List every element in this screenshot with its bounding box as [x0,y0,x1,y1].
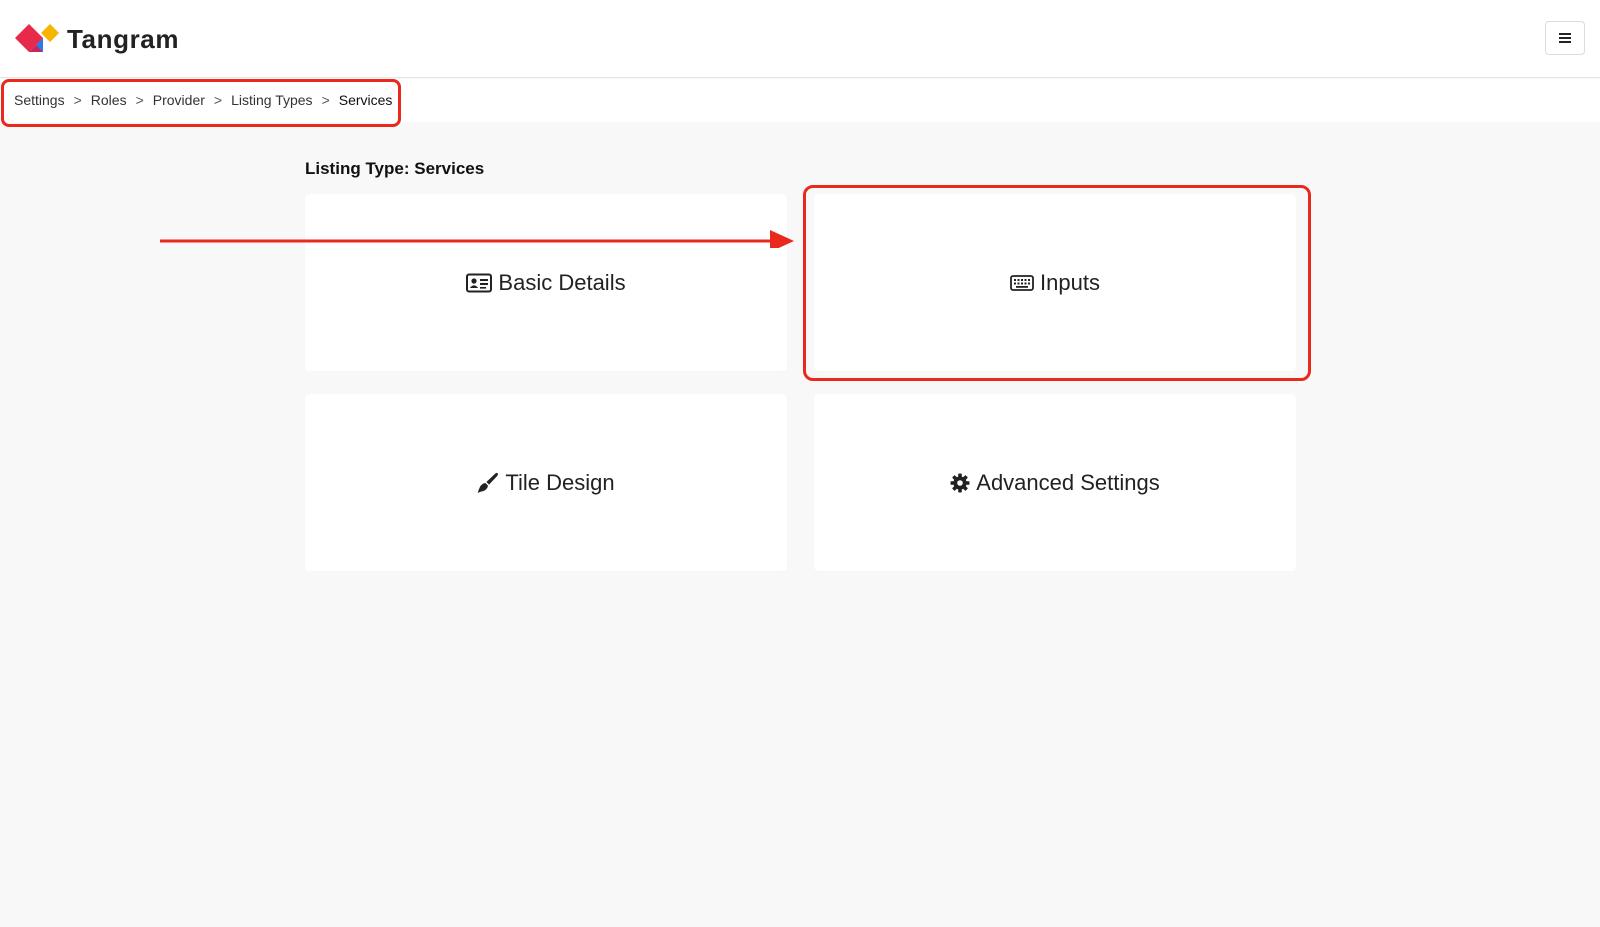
breadcrumb-separator: > [73,92,82,108]
breadcrumb-item-listing-types[interactable]: Listing Types [231,92,312,108]
breadcrumb-item-provider[interactable]: Provider [153,92,205,108]
breadcrumb-item-roles[interactable]: Roles [91,92,127,108]
basic-details-card[interactable]: Basic Details [305,194,787,371]
breadcrumb-separator: > [135,92,144,108]
advanced-settings-card[interactable]: Advanced Settings [814,394,1296,571]
inputs-card[interactable]: Inputs [814,194,1296,371]
breadcrumb: Settings > Roles > Provider > Listing Ty… [14,92,392,108]
inputs-label: Inputs [1040,269,1100,295]
tangram-logo-icon[interactable] [15,21,63,55]
breadcrumb-separator: > [213,92,223,108]
annotation-arrow-icon [160,230,794,248]
keyboard-icon [1010,274,1034,291]
brand-name[interactable]: Tangram [67,24,179,55]
tile-design-card[interactable]: Tile Design [305,394,787,571]
breadcrumb-item-services: Services [338,92,393,108]
breadcrumb-separator: > [321,92,330,108]
gear-icon [950,473,970,493]
breadcrumb-bar: Settings > Roles > Provider > Listing Ty… [0,79,1600,122]
tile-design-label: Tile Design [505,469,615,495]
hamburger-icon [1558,32,1572,44]
hamburger-menu-button[interactable] [1545,21,1585,55]
page-title: Listing Type: Services [305,159,485,178]
basic-details-label: Basic Details [498,269,626,295]
top-navbar: Tangram [0,0,1600,78]
advanced-settings-label: Advanced Settings [976,469,1160,495]
paint-brush-icon [477,472,499,494]
breadcrumb-item-settings[interactable]: Settings [14,92,65,108]
id-card-icon [466,273,493,293]
